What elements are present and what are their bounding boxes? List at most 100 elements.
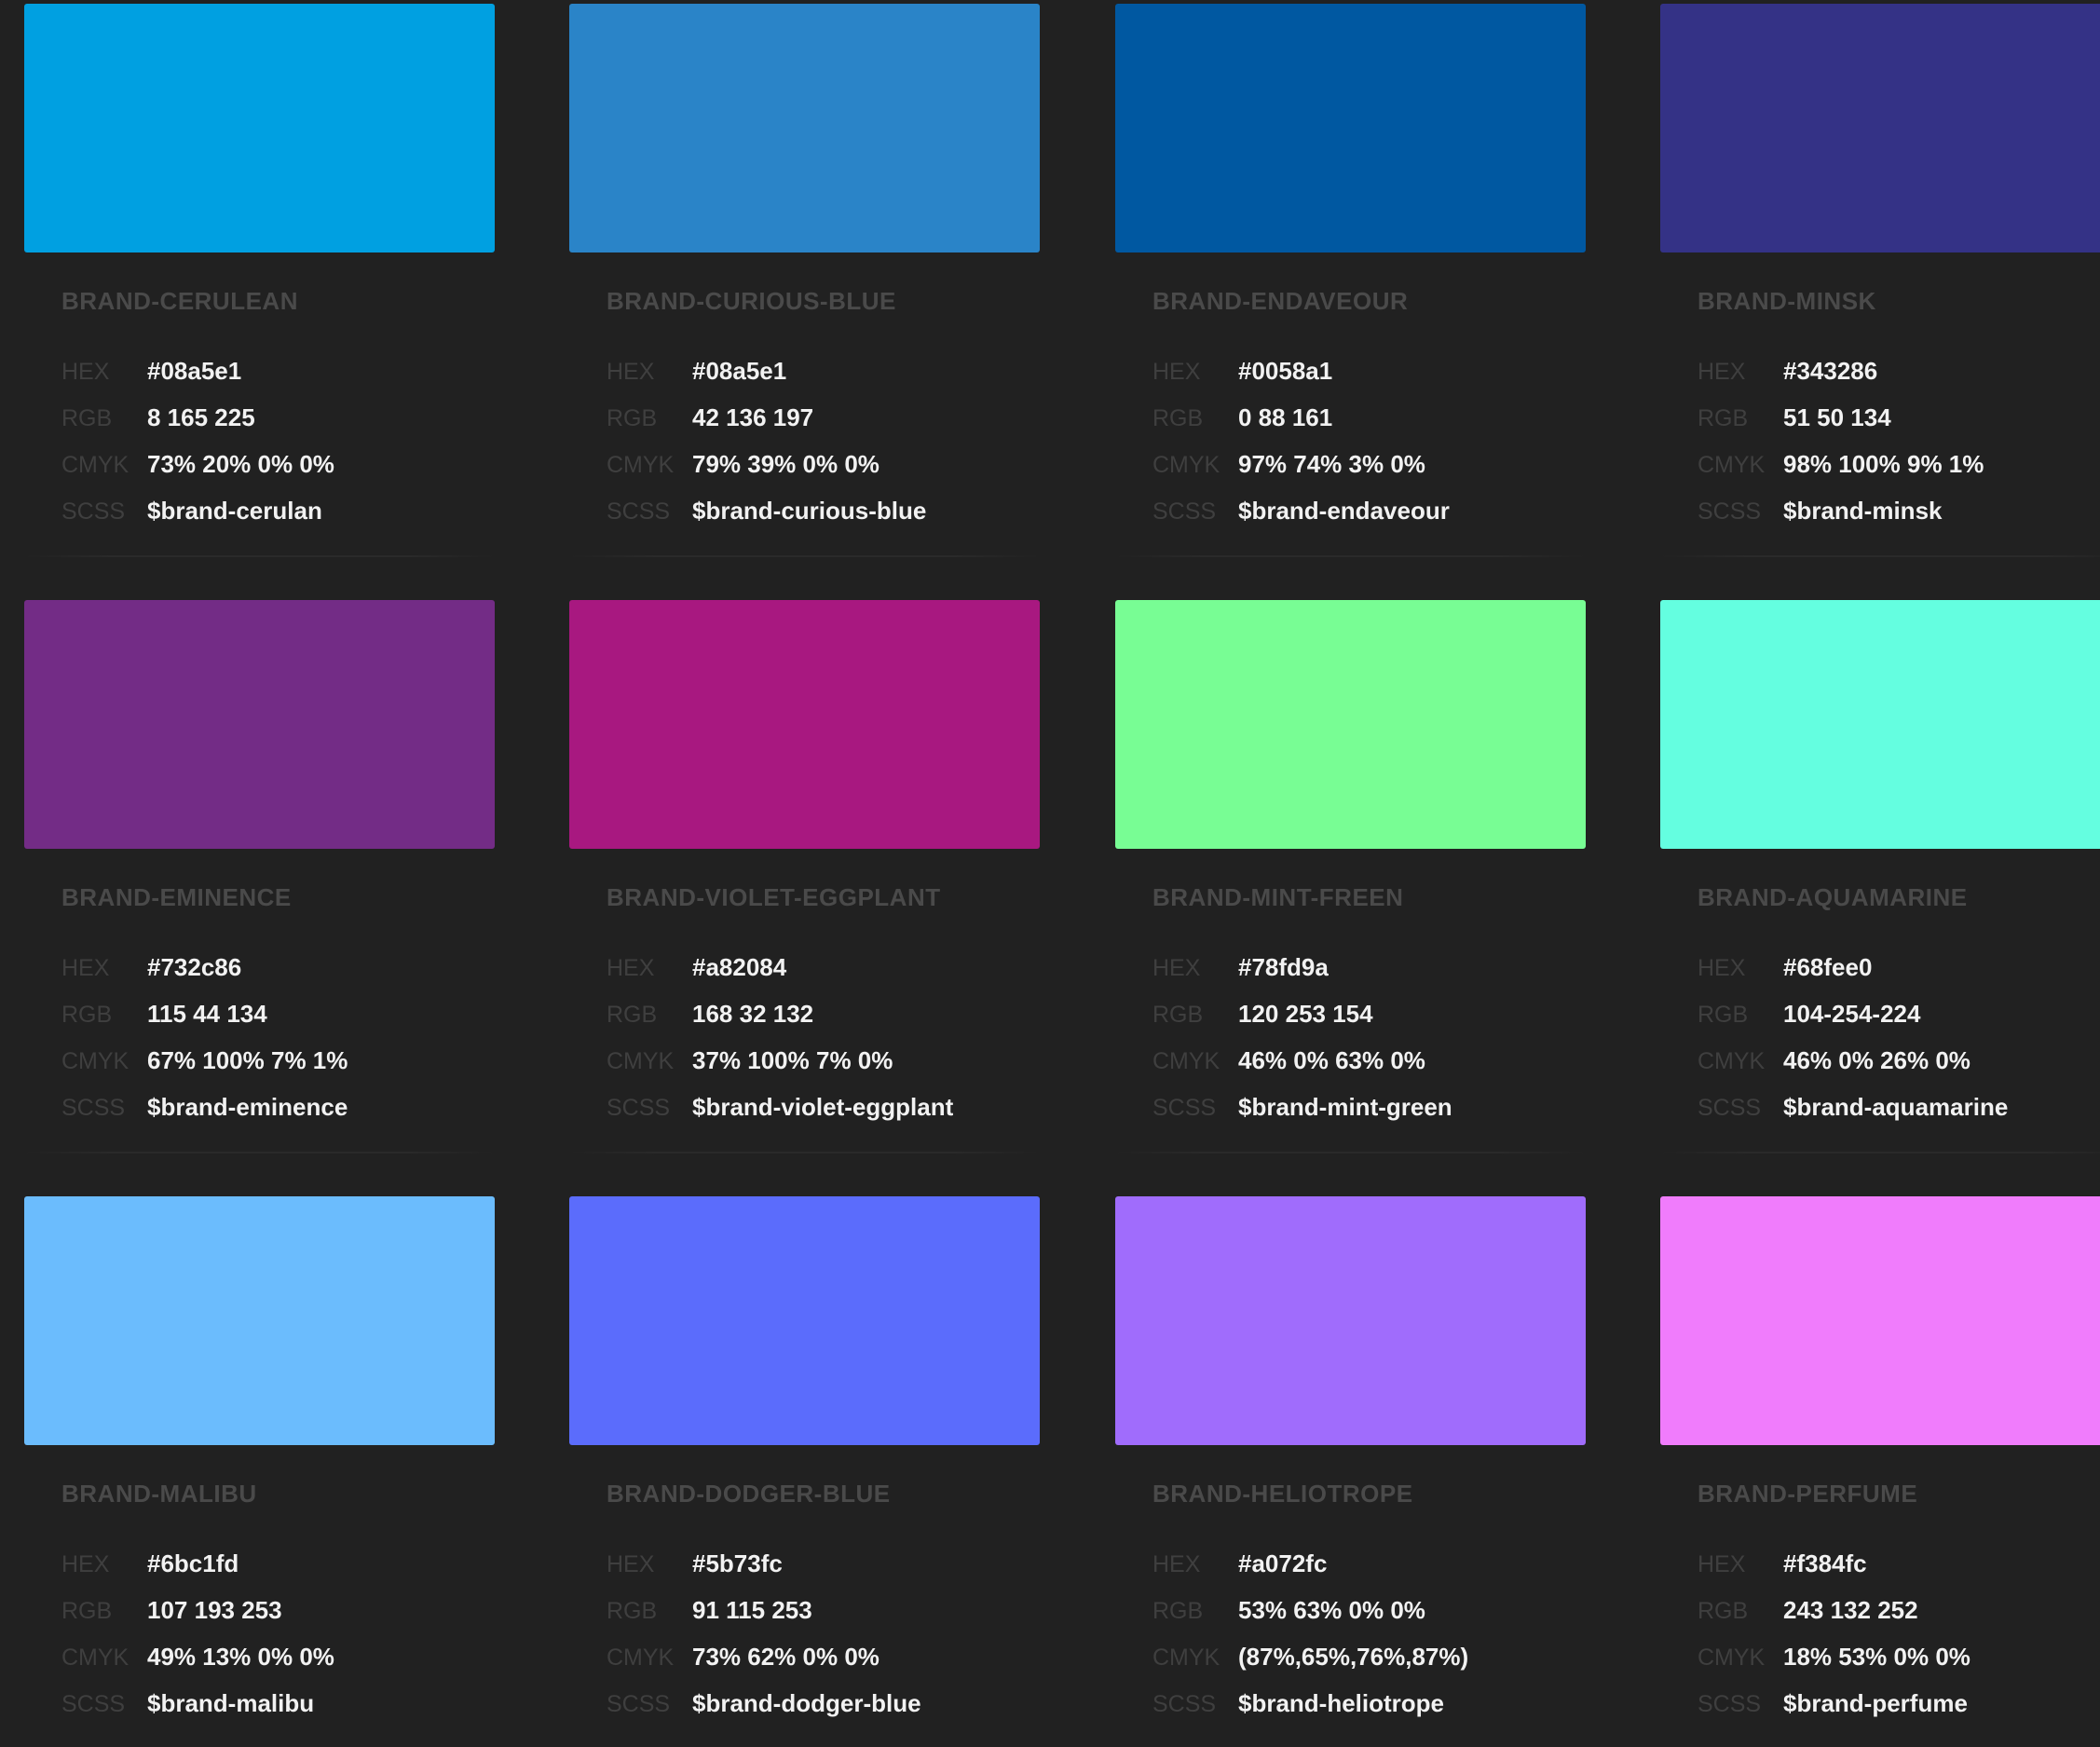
rgb-value[interactable]: 51 50 134: [1783, 401, 1891, 434]
cmyk-value[interactable]: 46% 0% 26% 0%: [1783, 1044, 1970, 1077]
cmyk-label: CMYK: [1698, 1048, 1766, 1074]
cmyk-value[interactable]: 18% 53% 0% 0%: [1783, 1640, 1970, 1673]
scss-value[interactable]: $brand-eminence: [147, 1090, 348, 1124]
cmyk-row: CMYK 73% 20% 0% 0%: [61, 447, 334, 481]
cmyk-value[interactable]: 97% 74% 3% 0%: [1238, 447, 1425, 481]
color-card: BRAND-PERFUME HEX #f384fc RGB 243 132 252 CMY…: [1660, 1196, 2100, 1747]
cmyk-value[interactable]: 46% 0% 63% 0%: [1238, 1044, 1425, 1077]
rgb-label: RGB: [1152, 405, 1204, 431]
rgb-label: RGB: [1698, 1002, 1749, 1028]
rgb-value[interactable]: 104-254-224: [1783, 997, 1920, 1030]
hex-value[interactable]: #a82084: [692, 950, 786, 984]
cmyk-label: CMYK: [607, 452, 675, 478]
rgb-label: RGB: [607, 405, 658, 431]
rgb-value[interactable]: 107 193 253: [147, 1593, 282, 1627]
cmyk-row: CMYK 49% 13% 0% 0%: [61, 1640, 334, 1673]
hex-row: HEX #a072fc: [1152, 1547, 1327, 1580]
scss-label: SCSS: [607, 1095, 671, 1121]
hex-value[interactable]: #6bc1fd: [147, 1547, 239, 1580]
color-name: BRAND-VIOLET-EGGPLANT: [607, 883, 941, 911]
rgb-value[interactable]: 8 165 225: [147, 401, 255, 434]
hex-value[interactable]: #78fd9a: [1238, 950, 1329, 984]
cmyk-label: CMYK: [607, 1645, 675, 1671]
scss-value[interactable]: $brand-curious-blue: [692, 494, 926, 527]
cmyk-row: CMYK 98% 100% 9% 1%: [1698, 447, 1984, 481]
cmyk-label: CMYK: [61, 1048, 130, 1074]
hex-label: HEX: [1698, 1551, 1746, 1577]
hex-label: HEX: [1152, 955, 1201, 981]
scss-value[interactable]: $brand-endaveour: [1238, 494, 1450, 527]
hex-value[interactable]: #343286: [1783, 354, 1877, 388]
hex-label: HEX: [607, 359, 655, 385]
cmyk-label: CMYK: [1152, 1645, 1220, 1671]
cmyk-row: CMYK (87%,65%,76%,87%): [1152, 1640, 1468, 1673]
rgb-row: RGB 53% 63% 0% 0%: [1152, 1593, 1425, 1627]
cmyk-value[interactable]: 67% 100% 7% 1%: [147, 1044, 348, 1077]
scss-value[interactable]: $brand-mint-green: [1238, 1090, 1452, 1124]
scss-value[interactable]: $brand-heliotrope: [1238, 1686, 1444, 1720]
cmyk-row: CMYK 46% 0% 63% 0%: [1152, 1044, 1425, 1077]
cmyk-value[interactable]: 49% 13% 0% 0%: [147, 1640, 334, 1673]
hex-label: HEX: [61, 359, 110, 385]
hex-value[interactable]: #732c86: [147, 950, 241, 984]
hex-value[interactable]: #a072fc: [1238, 1547, 1327, 1580]
scss-value[interactable]: $brand-perfume: [1783, 1686, 1968, 1720]
scss-value[interactable]: $brand-minsk: [1783, 494, 1943, 527]
rgb-label: RGB: [607, 1598, 658, 1624]
rgb-label: RGB: [607, 1002, 658, 1028]
hex-label: HEX: [607, 955, 655, 981]
rgb-value[interactable]: 91 115 253: [692, 1593, 812, 1627]
rgb-value[interactable]: 115 44 134: [147, 997, 267, 1030]
color-swatch: [24, 600, 495, 849]
hex-value[interactable]: #f384fc: [1783, 1547, 1867, 1580]
cmyk-value[interactable]: (87%,65%,76%,87%): [1238, 1640, 1468, 1673]
rgb-value[interactable]: 120 253 154: [1238, 997, 1373, 1030]
hex-value[interactable]: #0058a1: [1238, 354, 1332, 388]
color-swatch: [1115, 4, 1586, 252]
scss-label: SCSS: [1698, 1095, 1762, 1121]
cmyk-value[interactable]: 73% 62% 0% 0%: [692, 1640, 880, 1673]
rgb-value[interactable]: 168 32 132: [692, 997, 813, 1030]
rgb-row: RGB 243 132 252: [1698, 1593, 1918, 1627]
scss-label: SCSS: [61, 1691, 126, 1717]
color-name: BRAND-CERULEAN: [61, 287, 298, 315]
rgb-value[interactable]: 42 136 197: [692, 401, 813, 434]
color-card: BRAND-MINT-FREEN HEX #78fd9a RGB 120 253 154…: [1115, 600, 1586, 1159]
rgb-label: RGB: [61, 1598, 113, 1624]
rgb-value[interactable]: 243 132 252: [1783, 1593, 1918, 1627]
color-name: BRAND-EMINENCE: [61, 883, 292, 911]
scss-row: SCSS $brand-curious-blue: [607, 494, 926, 527]
scss-label: SCSS: [1152, 498, 1217, 525]
color-swatch: [569, 600, 1040, 849]
color-name: BRAND-MINSK: [1698, 287, 1876, 315]
scss-row: SCSS $brand-violet-eggplant: [607, 1090, 953, 1124]
scss-value[interactable]: $brand-violet-eggplant: [692, 1090, 953, 1124]
hex-label: HEX: [61, 955, 110, 981]
cmyk-value[interactable]: 73% 20% 0% 0%: [147, 447, 334, 481]
rgb-row: RGB 120 253 154: [1152, 997, 1373, 1030]
hex-value[interactable]: #08a5e1: [692, 354, 786, 388]
color-swatch: [1660, 4, 2100, 252]
rgb-row: RGB 8 165 225: [61, 401, 255, 434]
scss-value[interactable]: $brand-cerulan: [147, 494, 322, 527]
scss-value[interactable]: $brand-dodger-blue: [692, 1686, 921, 1720]
cmyk-value[interactable]: 79% 39% 0% 0%: [692, 447, 880, 481]
hex-value[interactable]: #08a5e1: [147, 354, 241, 388]
cmyk-row: CMYK 97% 74% 3% 0%: [1152, 447, 1425, 481]
hex-row: HEX #0058a1: [1152, 354, 1332, 388]
color-card: BRAND-DODGER-BLUE HEX #5b73fc RGB 91 115 253…: [569, 1196, 1040, 1747]
hex-value[interactable]: #5b73fc: [692, 1547, 783, 1580]
scss-label: SCSS: [1698, 1691, 1762, 1717]
cmyk-value[interactable]: 98% 100% 9% 1%: [1783, 447, 1984, 481]
cmyk-value[interactable]: 37% 100% 7% 0%: [692, 1044, 893, 1077]
color-card: BRAND-CURIOUS-BLUE HEX #08a5e1 RGB 42 136 19…: [569, 4, 1040, 563]
scss-row: SCSS $brand-mint-green: [1152, 1090, 1452, 1124]
scss-label: SCSS: [607, 1691, 671, 1717]
rgb-value[interactable]: 53% 63% 0% 0%: [1238, 1593, 1425, 1627]
hex-value[interactable]: #68fee0: [1783, 950, 1872, 984]
rgb-value[interactable]: 0 88 161: [1238, 401, 1332, 434]
scss-value[interactable]: $brand-aquamarine: [1783, 1090, 2008, 1124]
scss-value[interactable]: $brand-malibu: [147, 1686, 314, 1720]
hex-label: HEX: [1698, 359, 1746, 385]
color-name: BRAND-DODGER-BLUE: [607, 1480, 891, 1508]
